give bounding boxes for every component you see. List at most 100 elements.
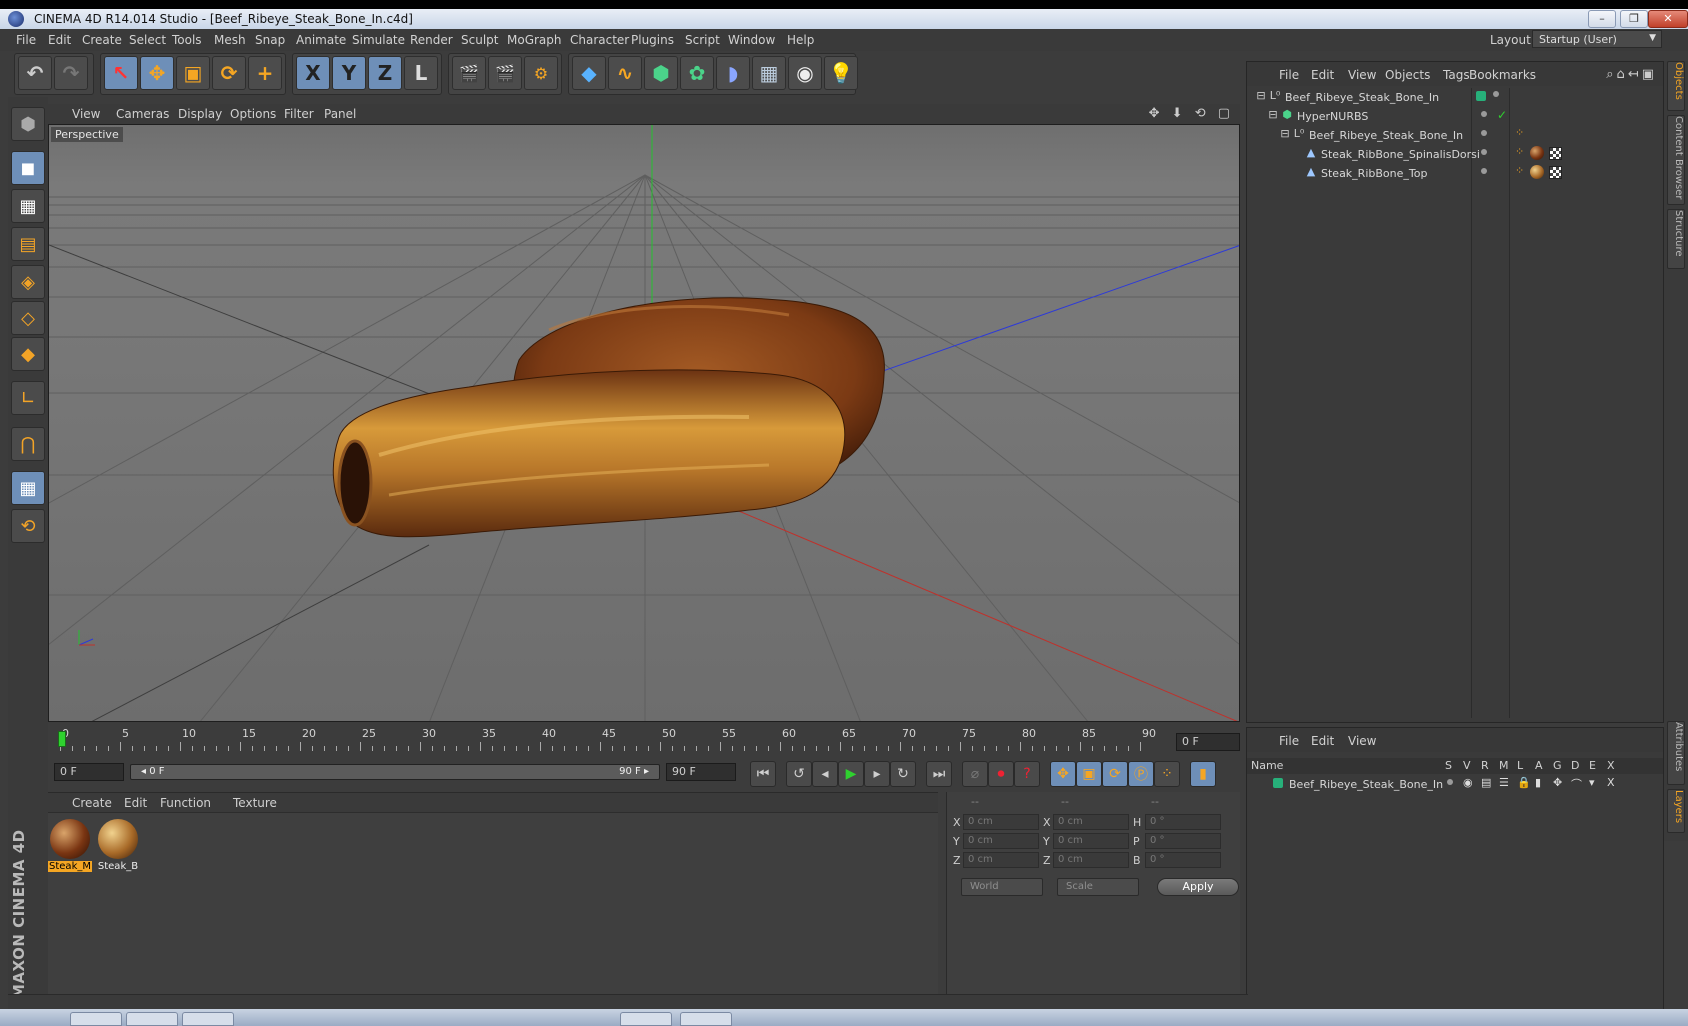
viewport-menu-cameras[interactable]: Cameras bbox=[116, 107, 169, 121]
material-steak-b[interactable]: Steak_B bbox=[96, 817, 140, 875]
visibility-dot[interactable] bbox=[1481, 168, 1487, 174]
size-z-field[interactable]: 0 cm bbox=[1053, 852, 1129, 868]
make-editable-icon[interactable]: ⬢ bbox=[11, 107, 45, 141]
rotate-tool-button[interactable]: ⟳ bbox=[212, 56, 246, 90]
material-menu-edit[interactable]: Edit bbox=[124, 796, 147, 810]
expand-icon[interactable]: ⊟ bbox=[1267, 109, 1279, 121]
layers-menu-file[interactable]: File bbox=[1279, 734, 1299, 748]
workplane-mode-icon[interactable]: ▤ bbox=[11, 227, 45, 261]
coordinate-system-button[interactable]: L bbox=[404, 56, 438, 90]
go-to-end-icon[interactable]: ⏭ bbox=[926, 761, 952, 787]
viewport-menu-filter[interactable]: Filter bbox=[284, 107, 314, 121]
uvw-tag-icon[interactable] bbox=[1549, 147, 1562, 160]
material-menu-texture[interactable]: Texture bbox=[233, 796, 277, 810]
close-button[interactable]: ✕ bbox=[1648, 10, 1688, 28]
taskbar-button[interactable] bbox=[680, 1012, 732, 1026]
axis-mode-icon[interactable]: ∟ bbox=[11, 381, 45, 415]
layers-menu-edit[interactable]: Edit bbox=[1311, 734, 1334, 748]
layers-menu-view[interactable]: View bbox=[1348, 734, 1376, 748]
visibility-dot[interactable] bbox=[1493, 91, 1499, 97]
xref-icon[interactable]: X bbox=[1607, 776, 1615, 789]
object-row[interactable]: ⊟ L⁰ Beef_Ribeye_Steak_Bone_In ⁘ bbox=[1247, 126, 1665, 145]
menu-create[interactable]: Create bbox=[82, 33, 122, 47]
subdivision-surface-icon[interactable]: ⬢ bbox=[644, 56, 678, 90]
redo-button[interactable]: ↷ bbox=[54, 56, 88, 90]
next-frame-icon[interactable]: ▸ bbox=[864, 761, 890, 787]
objects-menu-file[interactable]: File bbox=[1279, 68, 1299, 82]
z-axis-lock-button[interactable]: Z bbox=[368, 56, 402, 90]
menu-file[interactable]: File bbox=[16, 33, 36, 47]
polygons-mode-icon[interactable]: ◆ bbox=[11, 337, 45, 371]
visibility-dot[interactable] bbox=[1481, 111, 1487, 117]
tab-content-browser[interactable]: Content Browser bbox=[1667, 115, 1685, 205]
material-tag-icon[interactable] bbox=[1530, 146, 1544, 160]
end-frame-field[interactable]: 90 F bbox=[666, 763, 736, 781]
locked-workplane-icon[interactable]: ▦ bbox=[11, 471, 45, 505]
key-rotation-icon[interactable]: ⟳ bbox=[1102, 761, 1128, 787]
menu-mograph[interactable]: MoGraph bbox=[507, 33, 562, 47]
edges-mode-icon[interactable]: ◇ bbox=[11, 301, 45, 335]
layer-row[interactable]: Beef_Ribeye_Steak_Bone_In ◉ ▤ ☰ 🔒 ▮ ✥ ⌒ … bbox=[1247, 775, 1665, 794]
play-icon[interactable]: ▶ bbox=[838, 761, 864, 787]
floor-icon[interactable]: ▦ bbox=[752, 56, 786, 90]
render-view-icon[interactable]: 🎬 bbox=[452, 56, 486, 90]
size-mode-select[interactable]: Scale bbox=[1057, 878, 1139, 896]
rotation-b-field[interactable]: 0 ° bbox=[1145, 852, 1221, 868]
autokey-icon[interactable]: ⏺ bbox=[988, 761, 1014, 787]
coordinate-mode-select[interactable]: World bbox=[961, 878, 1043, 896]
phong-tag-icon[interactable]: ⁘ bbox=[1515, 164, 1524, 177]
phong-tag-icon[interactable]: ⁘ bbox=[1515, 126, 1524, 139]
taskbar-button[interactable] bbox=[70, 1012, 122, 1026]
objects-menu-edit[interactable]: Edit bbox=[1311, 68, 1334, 82]
size-y-field[interactable]: 0 cm bbox=[1053, 833, 1129, 849]
generator-icon[interactable]: ✥ bbox=[1553, 776, 1562, 789]
x-axis-lock-button[interactable]: X bbox=[296, 56, 330, 90]
scale-tool-button[interactable]: ▣ bbox=[176, 56, 210, 90]
snap-icon[interactable]: ⋂ bbox=[11, 427, 45, 461]
menu-tools[interactable]: Tools bbox=[172, 33, 202, 47]
viewport-menu-options[interactable]: Options bbox=[230, 107, 276, 121]
search-home-icons[interactable]: ⌕⌂↤▣ bbox=[1606, 67, 1657, 82]
menu-edit[interactable]: Edit bbox=[48, 33, 71, 47]
position-x-field[interactable]: 0 cm bbox=[963, 814, 1039, 830]
keyframe-selection-icon[interactable]: ? bbox=[1014, 761, 1040, 787]
enabled-check-icon[interactable]: ✓ bbox=[1497, 108, 1507, 122]
points-mode-icon[interactable]: ◈ bbox=[11, 265, 45, 299]
undo-button[interactable]: ↶ bbox=[18, 56, 52, 90]
key-scale-icon[interactable]: ▣ bbox=[1076, 761, 1102, 787]
render-settings-icon[interactable]: ⚙ bbox=[524, 56, 558, 90]
material-menu-function[interactable]: Function bbox=[160, 796, 211, 810]
live-select-button[interactable]: ↖ bbox=[104, 56, 138, 90]
manager-icon[interactable]: ☰ bbox=[1499, 776, 1509, 789]
record-keys-icon[interactable]: ⌀ bbox=[962, 761, 988, 787]
previous-key-icon[interactable]: ↺ bbox=[786, 761, 812, 787]
render-icon[interactable]: ▤ bbox=[1481, 776, 1491, 789]
layout-select[interactable]: Startup (User) ▼ bbox=[1532, 30, 1662, 48]
taskbar-button[interactable] bbox=[620, 1012, 672, 1026]
menu-help[interactable]: Help bbox=[787, 33, 814, 47]
object-row[interactable]: ▲ Steak_RibBone_Top ⁘ bbox=[1247, 164, 1665, 183]
planar-workplane-icon[interactable]: ⟲ bbox=[11, 509, 45, 543]
light-icon[interactable]: 💡 bbox=[824, 56, 858, 90]
menu-window[interactable]: Window bbox=[728, 33, 775, 47]
tab-structure[interactable]: Structure bbox=[1667, 209, 1685, 269]
layer-solo-toggle[interactable] bbox=[1447, 779, 1453, 785]
render-picture-viewer-icon[interactable]: 🎬 bbox=[488, 56, 522, 90]
taskbar-button[interactable] bbox=[126, 1012, 178, 1026]
menu-character[interactable]: Character bbox=[570, 33, 629, 47]
size-x-field[interactable]: 0 cm bbox=[1053, 814, 1129, 830]
viewport-navigation-icons[interactable]: ✥ ⬇ ⟲ ▢ bbox=[1149, 106, 1234, 121]
model-mode-icon[interactable]: ◼ bbox=[11, 151, 45, 185]
playhead[interactable] bbox=[58, 731, 66, 747]
object-row[interactable]: ⊟ ⬢ HyperNURBS ✓ bbox=[1247, 107, 1665, 126]
key-point-level-icon[interactable]: ⁘ bbox=[1154, 761, 1180, 787]
expand-icon[interactable]: ⊟ bbox=[1279, 128, 1291, 140]
array-icon[interactable]: ✿ bbox=[680, 56, 714, 90]
menu-select[interactable]: Select bbox=[129, 33, 166, 47]
recent-tool-button[interactable]: + bbox=[248, 56, 282, 90]
menu-animate[interactable]: Animate bbox=[296, 33, 346, 47]
current-frame-indicator[interactable]: 0 F bbox=[1176, 733, 1240, 751]
cube-icon[interactable]: ◆ bbox=[572, 56, 606, 90]
timeline-window-icon[interactable]: ▮ bbox=[1190, 761, 1216, 787]
expression-icon[interactable]: ▾ bbox=[1589, 776, 1595, 789]
